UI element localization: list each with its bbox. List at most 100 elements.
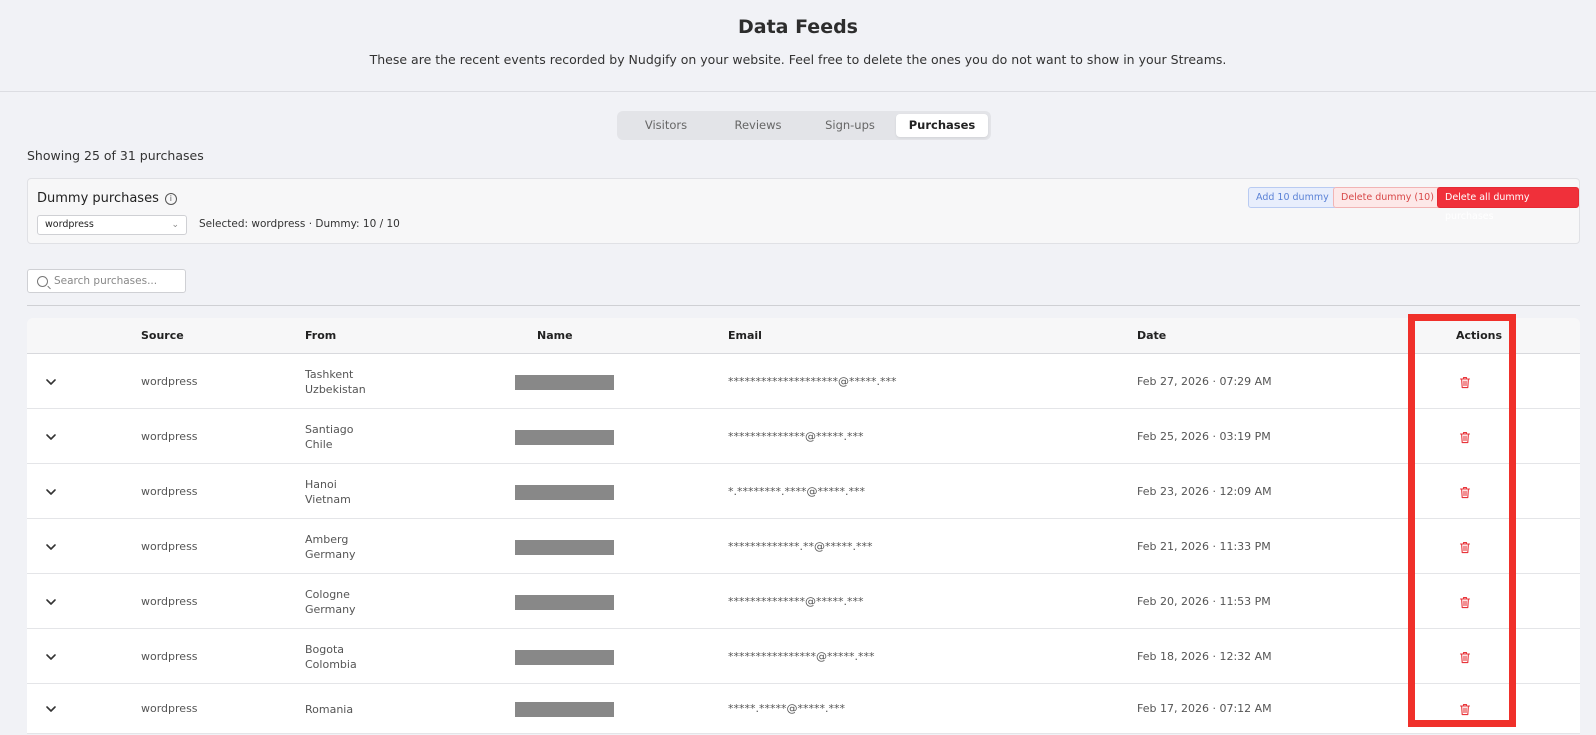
table-row: wordpress Amberg Germany *************.**@*… [27, 519, 1580, 574]
tab-sign-ups[interactable]: Sign-ups [804, 114, 896, 137]
chevron-down-icon[interactable] [45, 651, 57, 663]
row-email: *.********.****@*****.*** [728, 484, 865, 498]
redacted-name [515, 484, 614, 500]
row-from: Bogota Colombia [305, 642, 357, 672]
page-header: Data Feeds These are the recent events r… [0, 0, 1596, 92]
source-select-value: wordpress [45, 219, 94, 230]
trash-icon[interactable] [1459, 486, 1471, 499]
row-from: Amberg Germany [305, 532, 356, 562]
row-city: Tashkent [305, 367, 354, 381]
table-row: wordpress Cologne Germany **************@**… [27, 574, 1580, 629]
trash-icon[interactable] [1459, 703, 1471, 716]
row-date: Feb 25, 2026 · 03:19 PM [1137, 429, 1271, 443]
redacted-name [515, 594, 614, 610]
table-row: wordpress Hanoi Vietnam *.********.****@***… [27, 464, 1580, 519]
redacted-name [515, 702, 614, 717]
selected-info: Selected: wordpress · Dummy: 10 / 10 [199, 218, 400, 230]
page-title: Data Feeds [737, 16, 858, 38]
search-input[interactable] [54, 273, 182, 289]
redacted-name [515, 429, 614, 445]
chevron-down-icon[interactable] [45, 596, 57, 608]
header-from: From [305, 329, 337, 342]
info-icon[interactable]: i [164, 192, 177, 205]
chevron-down-icon[interactable] [45, 541, 57, 553]
search-icon [37, 276, 48, 287]
redacted-name [515, 374, 614, 390]
table-row: wordpress Tashkent Uzbekistan *************… [27, 354, 1580, 409]
row-date: Feb 18, 2026 · 12:32 AM [1137, 649, 1272, 663]
chevron-down-icon[interactable] [45, 431, 57, 443]
dummy-panel-title: Dummy purchases i [37, 191, 177, 206]
search-box [27, 269, 186, 293]
row-source: wordpress [141, 429, 198, 443]
row-source: wordpress [141, 649, 198, 663]
trash-icon[interactable] [1459, 541, 1471, 554]
row-source: wordpress [141, 374, 198, 388]
source-select[interactable]: wordpress ⌄ [37, 215, 187, 235]
table-row: wordpress Santiago Chile **************@***… [27, 409, 1580, 464]
row-country: Germany [305, 547, 356, 561]
row-email: *************.**@*****.*** [728, 539, 873, 553]
showing-count: Showing 25 of 31 purchases [27, 148, 204, 163]
row-from: Hanoi Vietnam [305, 477, 351, 507]
chevron-down-icon: ⌄ [171, 220, 179, 230]
row-city: Amberg [305, 532, 349, 546]
row-date: Feb 17, 2026 · 07:12 AM [1137, 702, 1272, 715]
delete-all-dummy-button[interactable]: Delete all dummy purchases [1437, 187, 1579, 222]
table-row: wordpress Romania *****.*****@*****.*** Feb… [27, 684, 1580, 734]
row-email: ********************@*****.*** [728, 374, 897, 388]
tab-bar: Visitors Reviews Sign-ups Purchases [617, 111, 991, 140]
row-city: Bogota [305, 642, 345, 656]
tab-reviews[interactable]: Reviews [712, 114, 804, 137]
row-date: Feb 23, 2026 · 12:09 AM [1137, 484, 1272, 498]
row-country: Vietnam [305, 492, 351, 506]
chevron-down-icon[interactable] [45, 486, 57, 498]
chevron-down-icon[interactable] [45, 703, 57, 715]
redacted-name [515, 649, 614, 665]
row-source: wordpress [141, 702, 198, 715]
row-country: Uzbekistan [305, 382, 366, 396]
dummy-title-text: Dummy purchases [37, 191, 159, 206]
row-country: Colombia [305, 657, 357, 671]
row-from: Cologne Germany [305, 587, 356, 617]
dummy-purchases-panel: Dummy purchases i wordpress ⌄ Selected: … [27, 178, 1580, 244]
delete-dummy-button[interactable]: Delete dummy (10) [1333, 187, 1442, 208]
table-body: wordpress Tashkent Uzbekistan *************… [27, 354, 1580, 734]
header-date: Date [1137, 329, 1167, 342]
add-dummy-button[interactable]: Add 10 dummy [1248, 187, 1337, 208]
row-date: Feb 20, 2026 · 11:53 PM [1137, 594, 1271, 608]
trash-icon[interactable] [1459, 431, 1471, 444]
header-source: Source [141, 329, 184, 342]
trash-icon[interactable] [1459, 596, 1471, 609]
header-actions: Actions [1456, 329, 1502, 342]
row-source: wordpress [141, 539, 198, 553]
row-city: Cologne [305, 587, 350, 601]
header-email: Email [728, 329, 762, 342]
row-email: **************@*****.*** [728, 594, 864, 608]
row-source: wordpress [141, 594, 198, 608]
row-date: Feb 21, 2026 · 11:33 PM [1137, 539, 1271, 553]
trash-icon[interactable] [1459, 376, 1471, 389]
row-city: Romania [305, 703, 354, 716]
table-header: Source From Name Email Date Actions [27, 318, 1580, 354]
row-date: Feb 27, 2026 · 07:29 AM [1137, 374, 1272, 388]
row-country: Germany [305, 602, 356, 616]
header-name: Name [537, 329, 573, 342]
divider [27, 305, 1580, 306]
tab-visitors[interactable]: Visitors [620, 114, 712, 137]
row-city: Hanoi [305, 477, 337, 491]
row-email: ****************@*****.*** [728, 649, 875, 663]
redacted-name [515, 539, 614, 555]
row-city: Santiago [305, 422, 354, 436]
trash-icon[interactable] [1459, 651, 1471, 664]
row-from: Tashkent Uzbekistan [305, 367, 366, 397]
row-email: *****.*****@*****.*** [728, 702, 845, 715]
table-row: wordpress Bogota Colombia ****************@… [27, 629, 1580, 684]
row-country: Chile [305, 437, 333, 451]
row-from: Santiago Chile [305, 422, 354, 452]
chevron-down-icon[interactable] [45, 376, 57, 388]
tab-purchases[interactable]: Purchases [896, 114, 988, 137]
page-subtitle: These are the recent events recorded by … [369, 52, 1227, 67]
row-source: wordpress [141, 484, 198, 498]
row-email: **************@*****.*** [728, 429, 864, 443]
